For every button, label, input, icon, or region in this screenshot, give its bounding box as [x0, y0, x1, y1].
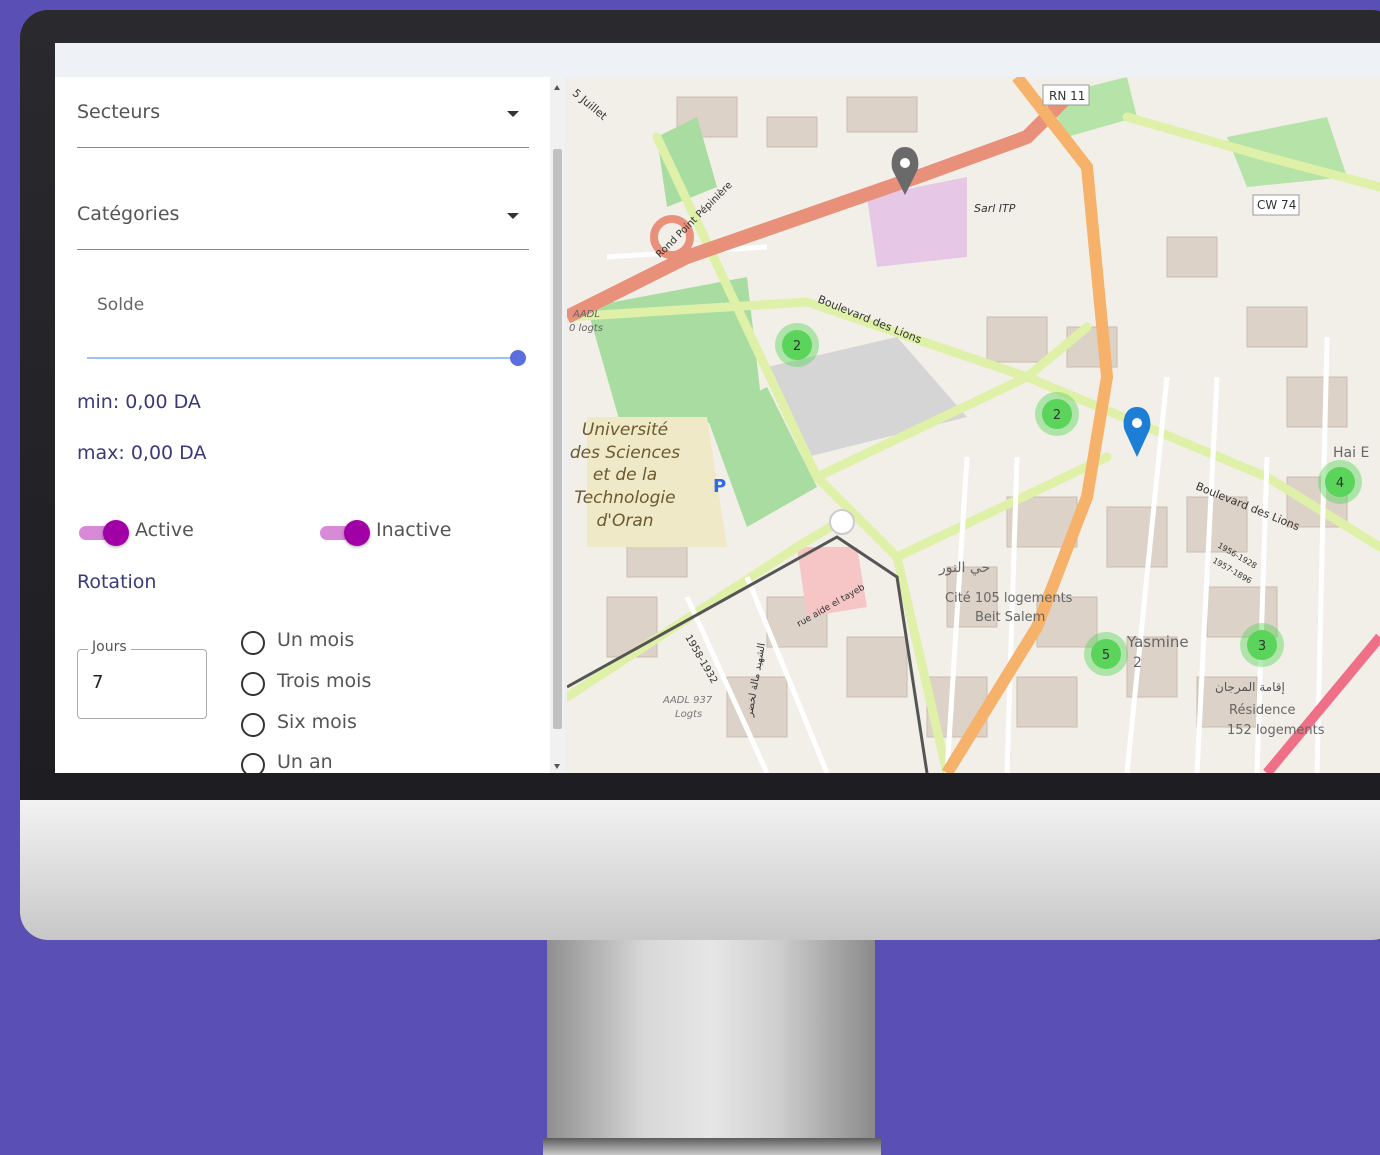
min-value: min: 0,00 DA [77, 391, 201, 413]
radio-label: Six mois [277, 711, 357, 733]
jours-field[interactable]: Jours 7 [77, 639, 207, 719]
screen: Secteurs Catégories Solde min: 0,00 DA m… [55, 43, 1380, 773]
label-sarl: Sarl ITP [974, 202, 1016, 215]
monitor-stand-base [543, 1138, 881, 1155]
scroll-down-icon[interactable] [554, 764, 560, 769]
roundabout [829, 509, 855, 535]
label-univ-5: d'Oran [596, 511, 653, 531]
label-yasmine: Yasmine [1126, 633, 1189, 651]
radio-circle [241, 631, 265, 655]
cluster-count: 4 [1336, 476, 1344, 491]
label-marjane: إقامة المرجان [1215, 680, 1285, 695]
map-canvas[interactable]: RN 11 CW 74 Sarl ITP Rond Point Pépinièr… [567, 77, 1380, 773]
toggle-knob [344, 520, 370, 546]
category-select[interactable]: Catégories [77, 179, 529, 250]
jours-value: 7 [92, 672, 104, 693]
cluster-marker[interactable]: 2 [775, 323, 819, 367]
solde-slider-thumb[interactable] [510, 350, 526, 366]
chevron-down-icon [507, 213, 519, 219]
monitor-chin [20, 800, 1380, 940]
solde-slider-track[interactable] [87, 357, 517, 359]
label-parking: P [713, 476, 726, 497]
jours-label: Jours [88, 639, 131, 655]
label-univ-2: des Sciences [570, 443, 680, 463]
toggle-inactive-label: Inactive [376, 519, 452, 541]
max-value: max: 0,00 DA [77, 442, 207, 464]
cluster-marker[interactable]: 4 [1318, 460, 1362, 504]
radio-label: Un an [277, 751, 333, 773]
cluster-count: 2 [1053, 408, 1061, 423]
radio-circle [241, 753, 265, 773]
label-aadl: AADL [572, 309, 600, 320]
cluster-marker[interactable]: 3 [1240, 623, 1284, 667]
scroll-thumb[interactable] [553, 149, 562, 729]
radio-label: Trois mois [277, 670, 372, 692]
category-select-label: Catégories [77, 203, 180, 225]
label-residence-2: 152 logements [1227, 723, 1325, 738]
rotation-title: Rotation [77, 571, 157, 593]
filter-panel: Secteurs Catégories Solde min: 0,00 DA m… [55, 77, 550, 773]
toggle-knob [103, 520, 129, 546]
label-aadl937-logts: Logts [675, 709, 702, 720]
label-univ-3: et de la [593, 465, 657, 485]
label-aadl937: AADL 937 [662, 695, 713, 706]
monitor-stand [547, 940, 875, 1155]
label-cite-1: Cité 105 logements [945, 591, 1073, 606]
solde-label: Solde [97, 295, 145, 315]
label-nour: حي النور [938, 560, 990, 576]
label-residence-1: Résidence [1229, 703, 1295, 718]
radio-circle [241, 713, 265, 737]
cluster-count: 2 [793, 339, 801, 354]
label-yasmine-2: 2 [1133, 655, 1142, 671]
cluster-marker[interactable]: 5 [1084, 632, 1128, 676]
label-univ-4: Technologie [574, 488, 675, 508]
cluster-count: 5 [1102, 648, 1110, 663]
radio-label: Un mois [277, 629, 355, 651]
radio-circle [241, 672, 265, 696]
cluster-count: 3 [1258, 639, 1266, 654]
label-cite-2: Beit Salem [975, 610, 1045, 625]
label-univ-1: Université [582, 420, 668, 440]
toggle-active-label: Active [135, 519, 194, 541]
label-logts: 0 logts [569, 323, 603, 334]
label-cw74: CW 74 [1257, 198, 1296, 212]
scroll-up-icon[interactable] [554, 85, 560, 90]
panel-scrollbar[interactable] [550, 77, 565, 773]
sector-select-label: Secteurs [77, 101, 161, 123]
chevron-down-icon [507, 111, 519, 117]
map-view[interactable]: RN 11 CW 74 Sarl ITP Rond Point Pépinièr… [567, 77, 1380, 773]
sector-select[interactable]: Secteurs [77, 77, 529, 148]
label-hai: Hai E [1333, 445, 1369, 461]
cluster-marker[interactable]: 2 [1035, 392, 1079, 436]
app-topbar [55, 43, 1380, 77]
label-rn11: RN 11 [1049, 89, 1085, 103]
